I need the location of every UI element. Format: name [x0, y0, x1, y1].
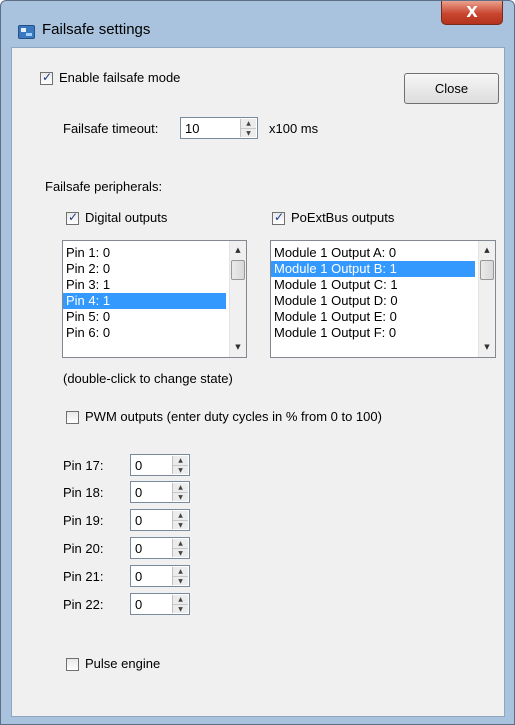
pin-19-input[interactable]: 0 ▲ ▼	[130, 509, 190, 531]
pin-17-label: Pin 17:	[63, 458, 104, 473]
list-item[interactable]: Pin 3: 1	[63, 277, 246, 293]
pin-20-input[interactable]: 0 ▲ ▼	[130, 537, 190, 559]
list-item[interactable]: Pin 1: 0	[63, 245, 246, 261]
pin-21-label: Pin 21:	[63, 569, 104, 584]
poextbus-outputs-scrollbar[interactable]: ▲ ▼	[478, 241, 495, 357]
pin-21-spinner[interactable]: ▲ ▼	[172, 567, 188, 585]
list-item[interactable]: Module 1 Output E: 0	[271, 309, 495, 325]
list-item[interactable]: Pin 5: 0	[63, 309, 246, 325]
list-item-selected[interactable]: Pin 4: 1	[63, 293, 226, 309]
pwm-outputs-label[interactable]: PWM outputs (enter duty cycles in % from…	[85, 409, 382, 424]
window-title: Failsafe settings	[42, 21, 151, 38]
pulse-engine-label[interactable]: Pulse engine	[85, 656, 160, 671]
app-icon	[18, 25, 35, 39]
poextbus-outputs-list[interactable]: Module 1 Output A: 0 Module 1 Output B: …	[270, 240, 496, 358]
failsafe-settings-window: Failsafe settings X Enable failsafe mode…	[0, 0, 515, 725]
pin-22-label: Pin 22:	[63, 597, 104, 612]
close-button[interactable]: Close	[404, 73, 499, 104]
list-item[interactable]: Pin 6: 0	[63, 325, 246, 341]
poextbus-outputs-label[interactable]: PoExtBus outputs	[291, 210, 394, 225]
pin-18-label: Pin 18:	[63, 485, 104, 500]
digital-outputs-scrollbar[interactable]: ▲ ▼	[229, 241, 246, 357]
pin-22-value: 0	[135, 597, 143, 612]
list-item[interactable]: Module 1 Output D: 0	[271, 293, 495, 309]
digital-outputs-list[interactable]: Pin 1: 0 Pin 2: 0 Pin 3: 1 Pin 4: 1 Pin …	[62, 240, 247, 358]
list-item[interactable]: Pin 2: 0	[63, 261, 246, 277]
enable-failsafe-checkbox[interactable]	[40, 70, 53, 85]
scroll-thumb[interactable]	[231, 260, 245, 280]
failsafe-timeout-unit: x100 ms	[269, 121, 319, 136]
scroll-down-icon[interactable]: ▼	[479, 339, 495, 356]
pin-17-value: 0	[135, 458, 143, 473]
pin-18-value: 0	[135, 485, 143, 500]
pin-19-spinner[interactable]: ▲ ▼	[172, 511, 188, 529]
list-item[interactable]: Module 1 Output F: 0	[271, 325, 495, 341]
pulse-engine-checkbox[interactable]	[66, 658, 79, 671]
pin-22-spinner[interactable]: ▲ ▼	[172, 595, 188, 613]
pin-17-spinner[interactable]: ▲ ▼	[172, 456, 188, 474]
double-click-hint: (double-click to change state)	[63, 371, 233, 386]
scroll-up-icon[interactable]: ▲	[479, 242, 495, 259]
failsafe-peripherals-label: Failsafe peripherals:	[45, 179, 163, 194]
pin-22-input[interactable]: 0 ▲ ▼	[130, 593, 190, 615]
scroll-down-icon[interactable]: ▼	[230, 339, 246, 356]
digital-outputs-label[interactable]: Digital outputs	[85, 210, 167, 225]
list-item[interactable]: Module 1 Output C: 1	[271, 277, 495, 293]
pin-20-value: 0	[135, 541, 143, 556]
timeout-spinner[interactable]: ▲ ▼	[240, 119, 256, 137]
title-bar[interactable]: Failsafe settings X	[1, 1, 514, 47]
failsafe-timeout-label: Failsafe timeout:	[63, 121, 159, 136]
list-item[interactable]: Module 1 Output A: 0	[271, 245, 495, 261]
window-close-button[interactable]: X	[441, 1, 503, 25]
scroll-thumb[interactable]	[480, 260, 494, 280]
failsafe-timeout-input[interactable]: 10 ▲ ▼	[180, 117, 258, 139]
failsafe-timeout-value: 10	[185, 121, 200, 136]
pin-21-value: 0	[135, 569, 143, 584]
list-item-selected[interactable]: Module 1 Output B: 1	[271, 261, 475, 277]
pin-19-label: Pin 19:	[63, 513, 104, 528]
pin-18-input[interactable]: 0 ▲ ▼	[130, 481, 190, 503]
digital-outputs-checkbox[interactable]	[66, 210, 79, 225]
pwm-outputs-checkbox[interactable]	[66, 411, 79, 424]
enable-failsafe-label[interactable]: Enable failsafe mode	[59, 70, 180, 85]
pin-20-label: Pin 20:	[63, 541, 104, 556]
pin-17-input[interactable]: 0 ▲ ▼	[130, 454, 190, 476]
dialog-body: Enable failsafe mode Close Failsafe time…	[11, 47, 505, 717]
pin-18-spinner[interactable]: ▲ ▼	[172, 483, 188, 501]
poextbus-outputs-checkbox[interactable]	[272, 210, 285, 225]
pin-21-input[interactable]: 0 ▲ ▼	[130, 565, 190, 587]
pin-19-value: 0	[135, 513, 143, 528]
pin-20-spinner[interactable]: ▲ ▼	[172, 539, 188, 557]
scroll-up-icon[interactable]: ▲	[230, 242, 246, 259]
